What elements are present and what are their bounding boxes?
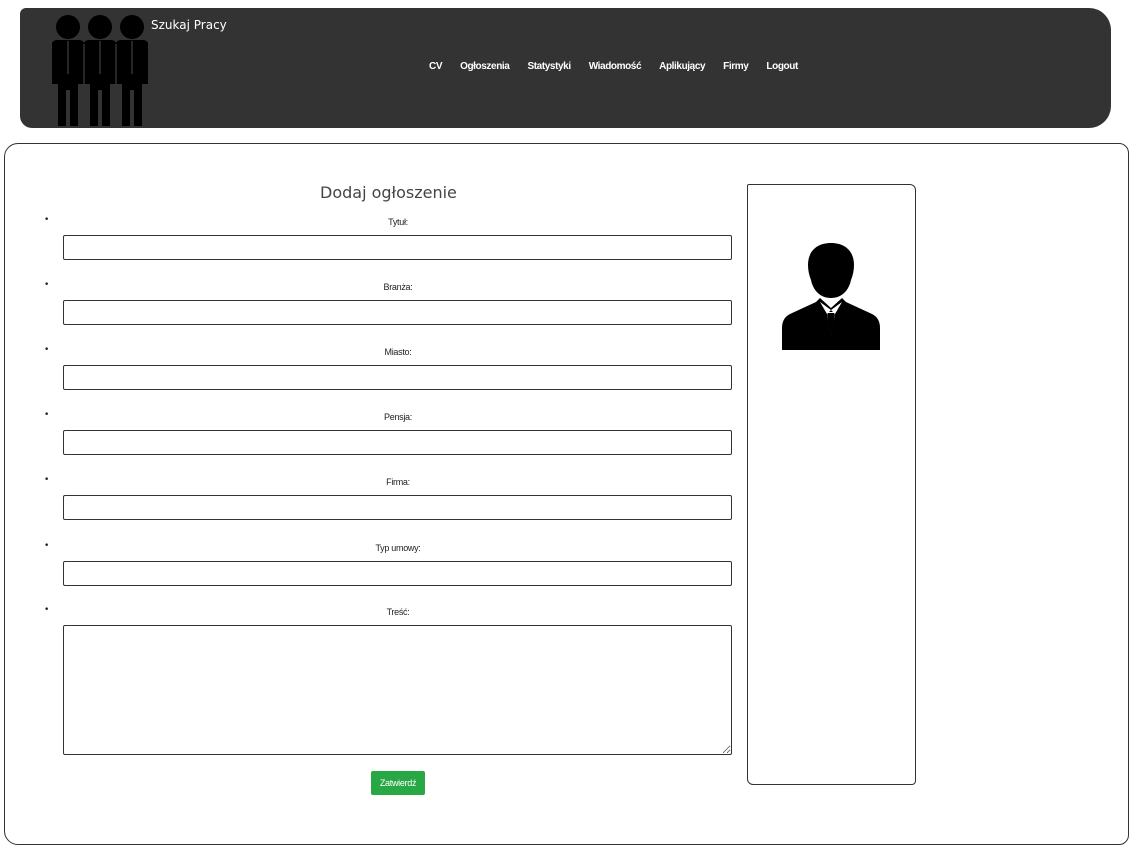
site-title[interactable]: Szukaj Pracy [151, 18, 227, 32]
label-tresc: Treść: [386, 607, 410, 617]
bullet: • [44, 215, 50, 225]
main-nav: CV Ogłoszenia Statystyki Wiadomość Aplik… [429, 61, 816, 72]
nav-logout[interactable]: Logout [766, 61, 798, 72]
group-of-people-icon [52, 15, 148, 126]
bullet: • [44, 605, 50, 615]
input-tytul[interactable] [63, 235, 732, 260]
input-branza[interactable] [63, 300, 732, 325]
bullet: • [44, 410, 50, 420]
profile-card [747, 184, 916, 785]
input-miasto[interactable] [63, 365, 732, 390]
nav-aplikujacy[interactable]: Aplikujący [659, 61, 705, 72]
top-header: Szukaj Pracy CV Ogłoszenia Statystyki Wi… [20, 8, 1111, 128]
bullet: • [44, 541, 50, 551]
label-pensja: Pensja: [384, 412, 412, 422]
nav-statystyki[interactable]: Statystyki [527, 61, 571, 72]
input-firma[interactable] [63, 495, 732, 520]
label-tytul: Tytuł: [388, 217, 408, 227]
label-branza: Branża: [383, 282, 413, 292]
nav-firmy[interactable]: Firmy [723, 61, 749, 72]
label-typ-umowy: Typ umowy: [375, 543, 421, 553]
submit-button[interactable]: Zatwierdź [371, 771, 425, 795]
input-pensja[interactable] [63, 430, 732, 455]
label-firma: Firma: [386, 477, 410, 487]
bullet: • [44, 280, 50, 290]
bullet: • [44, 345, 50, 355]
label-miasto: Miasto: [384, 347, 412, 357]
nav-ogloszenia[interactable]: Ogłoszenia [460, 61, 510, 72]
input-typ-umowy[interactable] [63, 561, 732, 586]
bullet: • [44, 475, 50, 485]
textarea-tresc[interactable] [63, 625, 732, 755]
nav-cv[interactable]: CV [429, 61, 442, 72]
nav-wiadomosc[interactable]: Wiadomość [589, 61, 642, 72]
user-avatar-icon [782, 243, 880, 350]
form-title: Dodaj ogłoszenie [320, 183, 457, 202]
